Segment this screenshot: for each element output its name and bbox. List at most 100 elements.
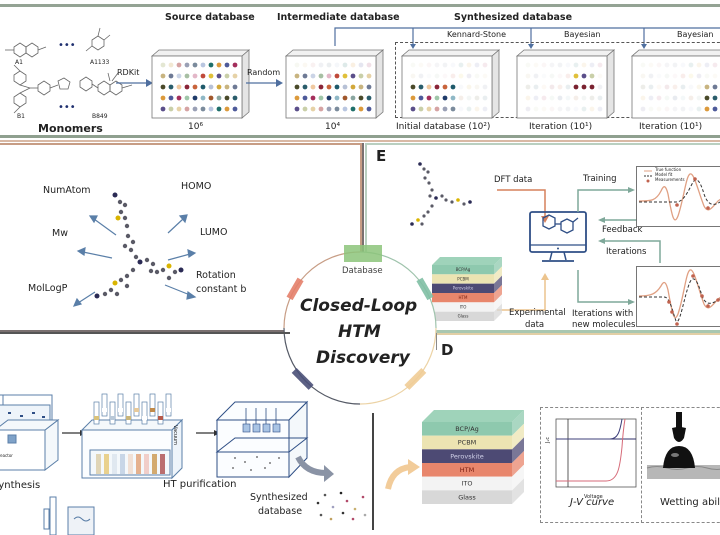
monomers-label: Monomers	[38, 122, 103, 135]
dot	[209, 63, 214, 68]
dot	[343, 96, 348, 101]
dot	[598, 74, 603, 79]
iteration-measurement	[706, 304, 710, 308]
new-molecules-label: new molecules	[572, 320, 635, 330]
dot	[359, 96, 364, 101]
dot	[657, 74, 662, 79]
monomer-label-a1133: A1133	[90, 59, 109, 66]
dot	[459, 74, 464, 79]
dot	[467, 74, 472, 79]
scatter-dot	[317, 502, 320, 505]
dot	[566, 96, 571, 101]
molecule-a1-drawing	[5, 43, 46, 57]
dot	[451, 107, 456, 112]
dot	[343, 85, 348, 90]
dot	[641, 74, 646, 79]
dot	[526, 63, 531, 68]
dot	[582, 74, 587, 79]
dot	[467, 63, 472, 68]
dot	[657, 85, 662, 90]
stack-layer-label: HTM	[459, 295, 468, 300]
dot	[590, 74, 595, 79]
dot	[177, 63, 182, 68]
training-measurement	[706, 206, 710, 210]
intermediate-database-size: 10⁴	[325, 122, 340, 132]
dot	[169, 96, 174, 101]
synthesized-database-title: Synthesized database	[454, 12, 572, 23]
scatter-dot	[346, 500, 349, 503]
dot	[657, 63, 662, 68]
dot	[427, 107, 432, 112]
iteration-measurement	[700, 294, 704, 298]
dot	[427, 85, 432, 90]
scatter-dot	[320, 514, 323, 517]
stage-iteration-1: Iteration (10¹)	[529, 122, 592, 132]
dot	[303, 107, 308, 112]
dot	[303, 85, 308, 90]
dot	[566, 74, 571, 79]
dot	[526, 96, 531, 101]
dot	[558, 74, 563, 79]
dot	[673, 96, 678, 101]
scatter-dot	[352, 518, 355, 521]
descriptor-arrows	[70, 195, 270, 315]
dot	[233, 96, 238, 101]
dot	[419, 63, 424, 68]
legend-measurements: Measurements	[655, 177, 685, 182]
dot	[566, 85, 571, 90]
dot	[443, 63, 448, 68]
center-title-line3: Discovery	[316, 348, 410, 368]
dot	[161, 96, 166, 101]
wetting-ability-label: Wetting ability	[660, 497, 720, 508]
dot	[705, 85, 710, 90]
iteration-measurement	[675, 322, 679, 326]
dot	[169, 63, 174, 68]
dot	[359, 74, 364, 79]
dot	[681, 85, 686, 90]
dot	[526, 107, 531, 112]
iteration-measurement	[670, 310, 674, 314]
stack-layer-label: Glass	[458, 314, 469, 319]
dot	[311, 63, 316, 68]
intermediate-database-title: Intermediate database	[277, 12, 400, 23]
dot	[582, 107, 587, 112]
dot	[319, 107, 324, 112]
dot	[169, 107, 174, 112]
dot	[351, 74, 356, 79]
dot	[419, 107, 424, 112]
dot	[343, 107, 348, 112]
dot	[201, 96, 206, 101]
dot	[443, 74, 448, 79]
dot	[467, 85, 472, 90]
scatter-dot	[324, 494, 327, 497]
dot	[550, 63, 555, 68]
dot	[697, 85, 702, 90]
dot	[177, 107, 182, 112]
dot	[467, 107, 472, 112]
dot	[542, 107, 547, 112]
training-plot	[636, 166, 720, 226]
ellipsis-b: •••	[58, 102, 76, 113]
experimental-data-label: data	[525, 320, 544, 330]
dot	[411, 63, 416, 68]
dot	[193, 107, 198, 112]
dot	[319, 74, 324, 79]
dot	[558, 85, 563, 90]
dot	[419, 85, 424, 90]
dot	[689, 85, 694, 90]
dot	[303, 74, 308, 79]
dot	[542, 85, 547, 90]
stack-layer-label: PCBM	[457, 276, 469, 281]
dot	[295, 74, 300, 79]
stage-initial-database: Initial database (10²)	[396, 122, 490, 132]
dot	[641, 96, 646, 101]
dot	[419, 96, 424, 101]
dot	[673, 63, 678, 68]
method-bayesian-1: Bayesian	[564, 30, 600, 39]
dot	[435, 96, 440, 101]
descriptor-rotation: Rotation	[196, 270, 236, 281]
dot	[705, 107, 710, 112]
training-measurement	[675, 203, 679, 207]
dot	[483, 107, 488, 112]
dot	[209, 107, 214, 112]
